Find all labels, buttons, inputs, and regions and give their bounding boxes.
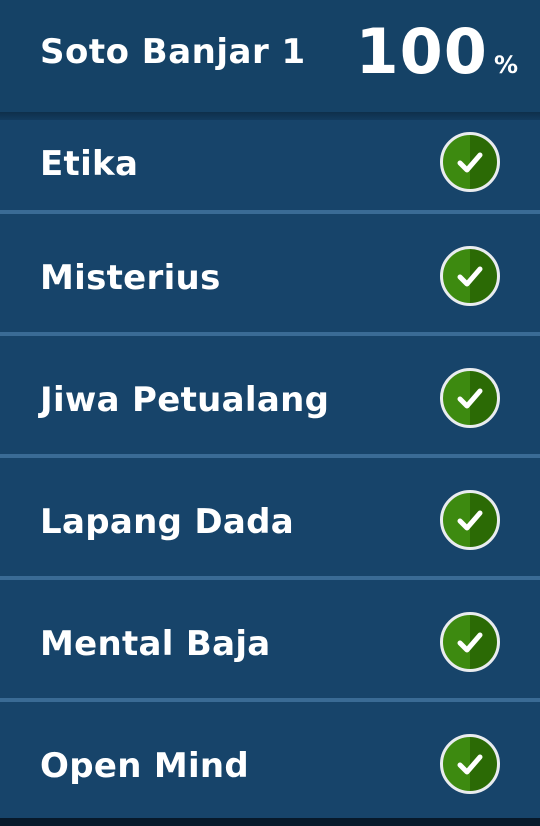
bottom-edge bbox=[0, 818, 540, 826]
header-divider bbox=[0, 112, 540, 120]
level-screen: Soto Banjar 1 100 % Etika Misterius Jiwa… bbox=[0, 0, 540, 826]
list-item[interactable]: Etika bbox=[0, 120, 540, 214]
list-item[interactable]: Open Mind bbox=[0, 702, 540, 824]
item-label: Jiwa Petualang bbox=[40, 380, 330, 420]
progress-unit: % bbox=[493, 51, 518, 79]
check-circle-icon bbox=[440, 368, 500, 428]
list-item[interactable]: Lapang Dada bbox=[0, 458, 540, 580]
list-item[interactable]: Misterius bbox=[0, 214, 540, 336]
list-item[interactable]: Mental Baja bbox=[0, 580, 540, 702]
level-title: Soto Banjar 1 bbox=[40, 32, 306, 72]
answer-list: Etika Misterius Jiwa Petualang Lapang Da… bbox=[0, 120, 540, 824]
progress-value: 100 bbox=[355, 15, 488, 88]
item-label: Open Mind bbox=[40, 746, 250, 786]
progress-percent: 100 % bbox=[356, 14, 518, 90]
check-circle-icon bbox=[440, 246, 500, 306]
item-label: Lapang Dada bbox=[40, 502, 295, 542]
check-circle-icon bbox=[440, 734, 500, 794]
header: Soto Banjar 1 100 % bbox=[0, 0, 540, 112]
check-circle-icon bbox=[440, 490, 500, 550]
item-label: Misterius bbox=[40, 258, 221, 298]
check-circle-icon bbox=[440, 612, 500, 672]
check-circle-icon bbox=[440, 132, 500, 192]
item-label: Etika bbox=[40, 144, 139, 184]
list-item[interactable]: Jiwa Petualang bbox=[0, 336, 540, 458]
item-label: Mental Baja bbox=[40, 624, 271, 664]
